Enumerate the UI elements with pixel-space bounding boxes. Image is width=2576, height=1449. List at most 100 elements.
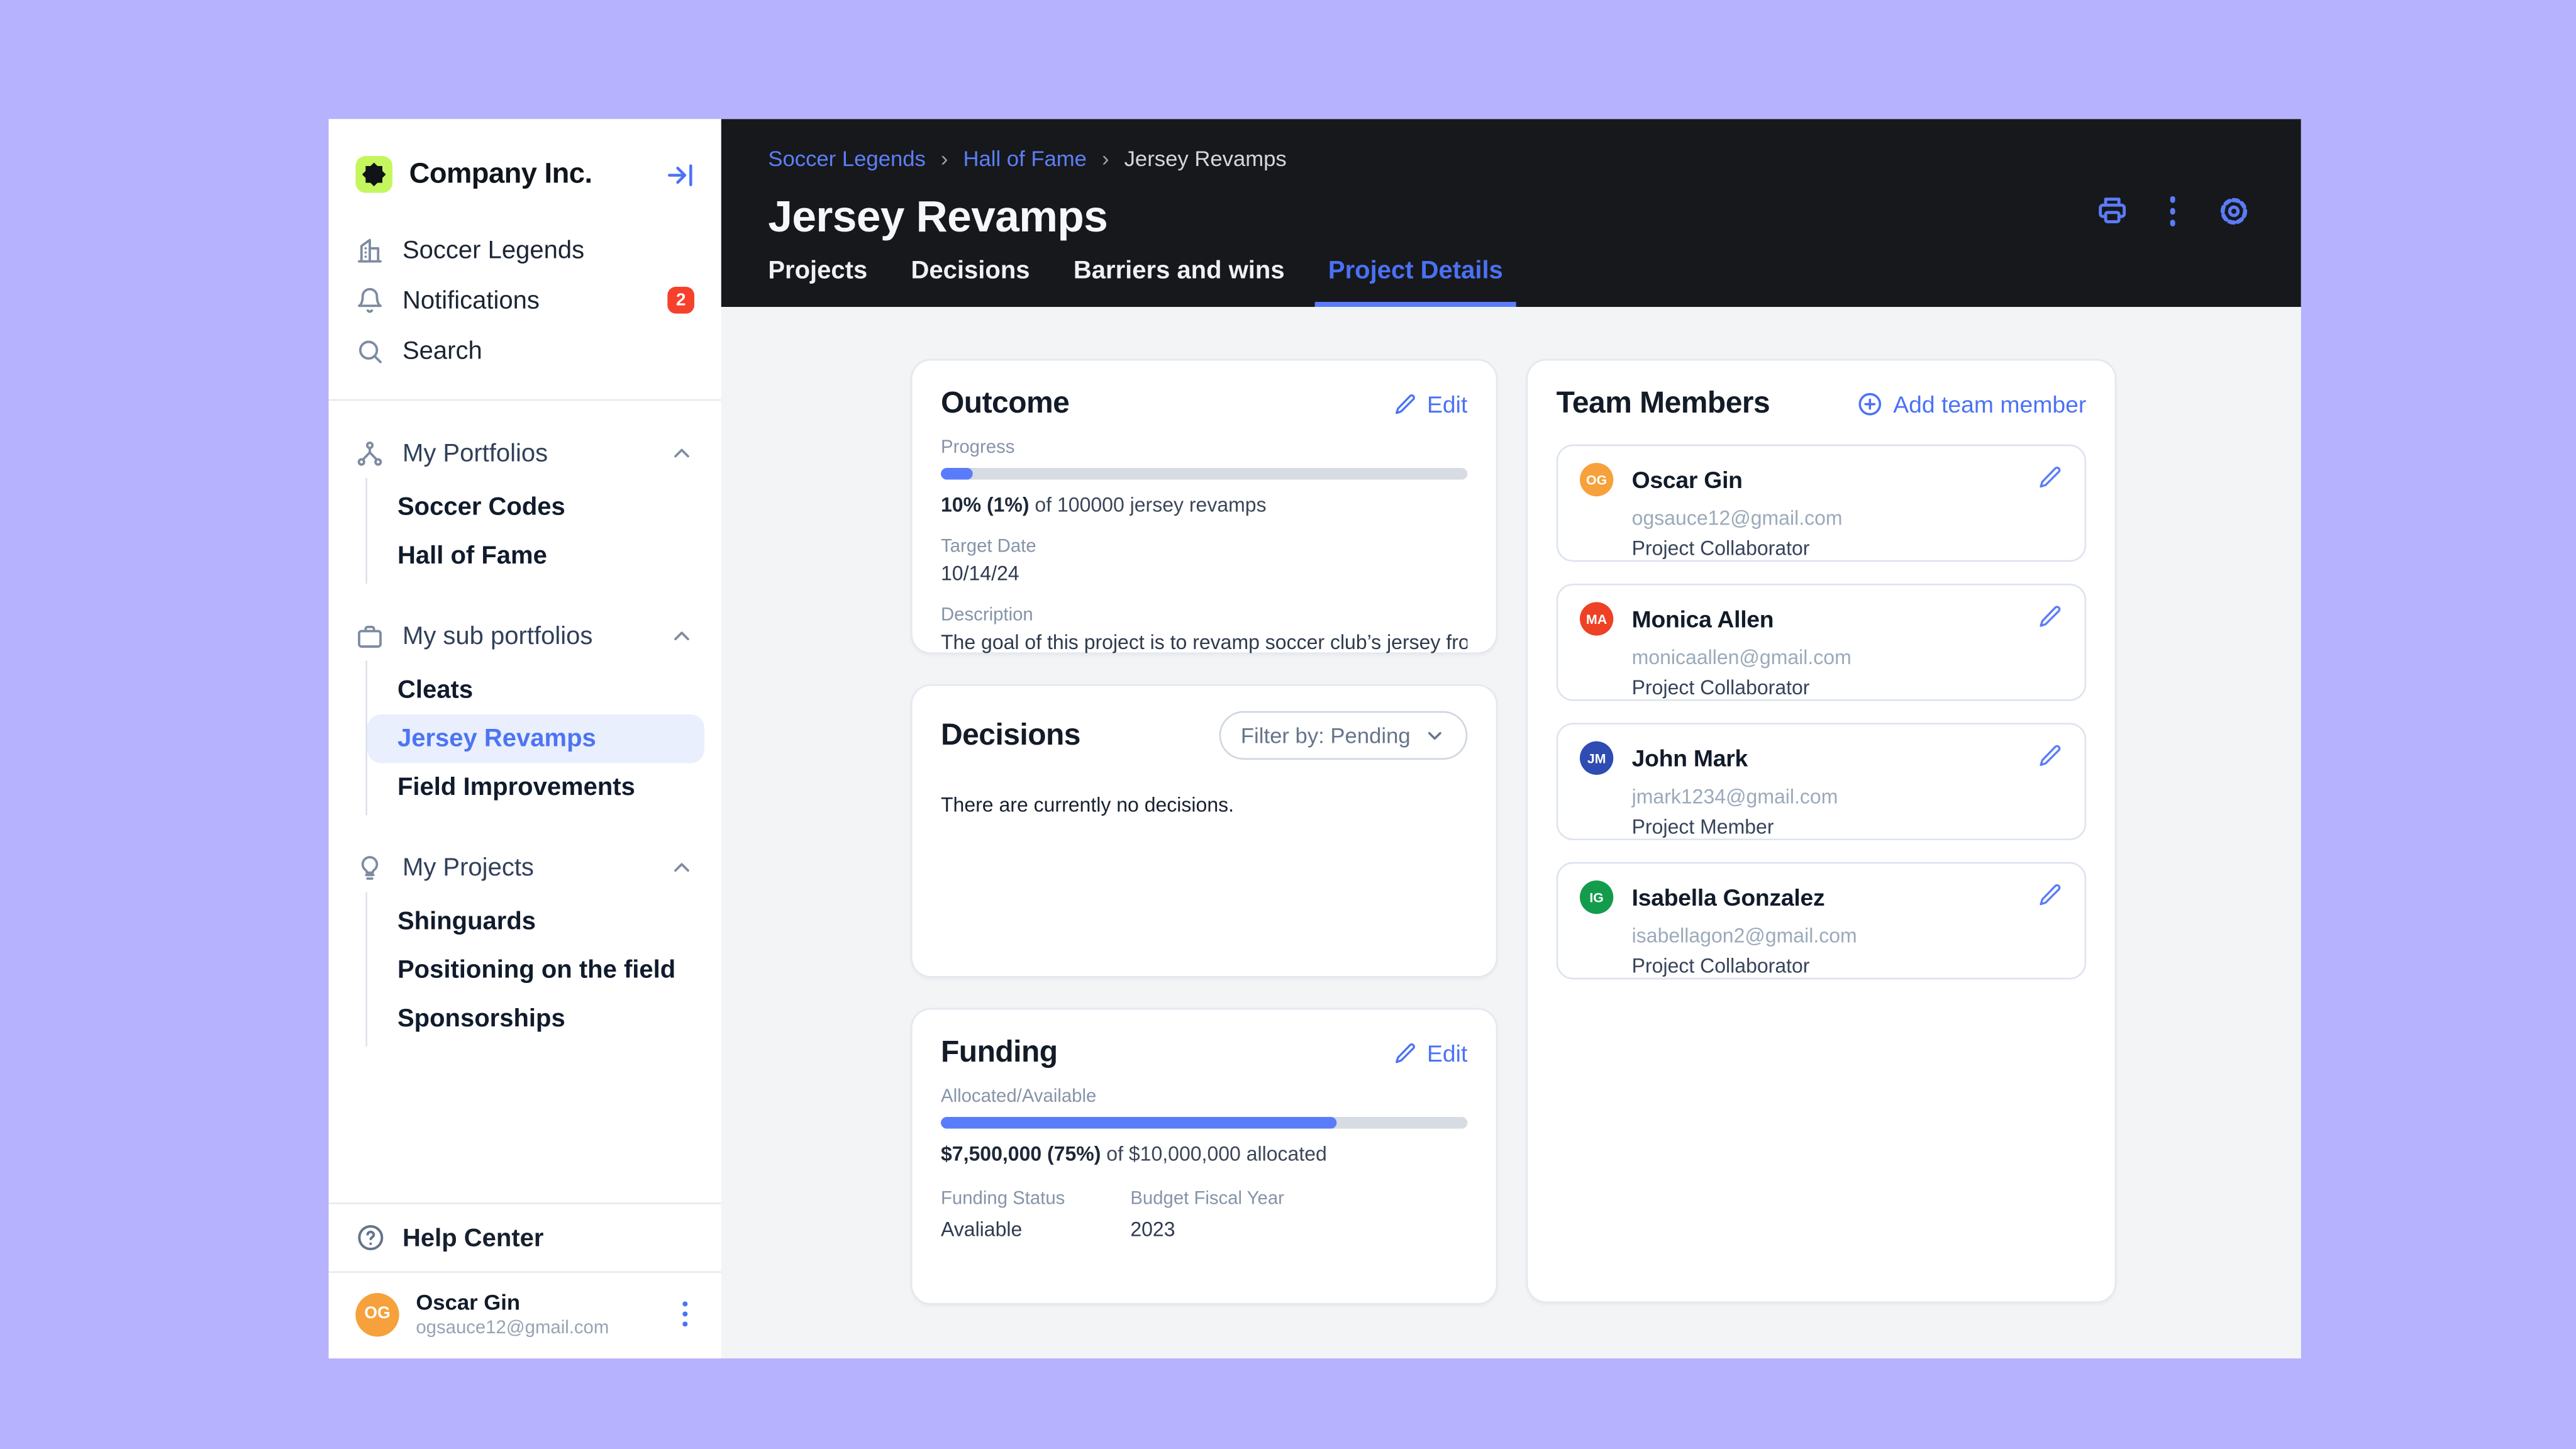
target-date-value: 10/14/24 xyxy=(941,562,1467,585)
left-column: Outcome Edit Progress 10% (1%) of 100000… xyxy=(911,359,1497,1305)
sidebar-spacer xyxy=(329,1046,721,1202)
team-member-row: JM John Mark jmark1234@gmail.com Project… xyxy=(1557,723,2087,840)
avatar: OG xyxy=(1580,463,1613,496)
member-email: jmark1234@gmail.com xyxy=(1632,785,2063,808)
team-members-title: Team Members xyxy=(1557,386,1770,421)
sidebar-collapse-icon[interactable] xyxy=(666,160,694,189)
section-label: My sub portfolios xyxy=(402,621,669,650)
page-title: Jersey Revamps xyxy=(768,191,2301,243)
print-icon[interactable] xyxy=(2096,195,2128,227)
outcome-card: Outcome Edit Progress 10% (1%) of 100000… xyxy=(911,359,1497,654)
company-name: Company Inc. xyxy=(409,158,666,191)
help-label: Help Center xyxy=(402,1223,544,1252)
section-header-my-projects[interactable]: My Projects xyxy=(329,842,721,892)
section-header-my-sub-portfolios[interactable]: My sub portfolios xyxy=(329,611,721,661)
member-name: John Mark xyxy=(1632,745,1748,772)
section-my-projects: My Projects Shinguards Positioning on th… xyxy=(329,842,721,1046)
sidebar-item-positioning[interactable]: Positioning on the field xyxy=(367,946,704,994)
tab-bar: Projects Decisions Barriers and wins Pro… xyxy=(768,257,1503,307)
avatar: MA xyxy=(1580,602,1613,635)
sidebar-item-search[interactable]: Search xyxy=(329,325,721,375)
user-meta: Oscar Gin ogsauce12@gmail.com xyxy=(416,1290,675,1338)
outcome-title: Outcome xyxy=(941,386,1069,421)
team-member-row: IG Isabella Gonzalez isabellagon2@gmail.… xyxy=(1557,862,2087,980)
allocated-label: Allocated/Available xyxy=(941,1087,1467,1107)
funding-progress-text: $7,500,000 (75%) of $10,000,000 allocate… xyxy=(941,1142,1467,1165)
tab-decisions[interactable]: Decisions xyxy=(911,257,1030,307)
sidebar-item-label: Soccer Legends xyxy=(402,236,584,264)
page: Company Inc. Soccer Legends Notification… xyxy=(0,0,2576,1449)
edit-member-pencil-icon[interactable] xyxy=(2038,882,2063,908)
fiscal-year-value: 2023 xyxy=(1130,1218,1467,1241)
settings-gear-icon[interactable] xyxy=(2217,194,2250,228)
edit-member-pencil-icon[interactable] xyxy=(2038,743,2063,768)
tab-projects[interactable]: Projects xyxy=(768,257,867,307)
section-items: Shinguards Positioning on the field Spon… xyxy=(365,892,721,1046)
member-role: Project Collaborator xyxy=(1632,676,2063,699)
outcome-progress-fill xyxy=(941,468,972,480)
breadcrumb-soccer-legends[interactable]: Soccer Legends xyxy=(768,146,926,171)
funding-details: Funding Status Budget Fiscal Year Avalia… xyxy=(941,1189,1467,1241)
header-actions xyxy=(2096,193,2251,229)
sidebar-nav: Soccer Legends Notifications 2 Search xyxy=(329,225,721,375)
member-email: isabellagon2@gmail.com xyxy=(1632,924,2063,947)
outcome-progress-text: 10% (1%) of 100000 jersey revamps xyxy=(941,493,1467,516)
section-header-my-portfolios[interactable]: My Portfolios xyxy=(329,428,721,478)
sidebar-item-soccer-legends[interactable]: Soccer Legends xyxy=(329,225,721,275)
funding-status-label: Funding Status xyxy=(941,1189,1130,1209)
sidebar-divider xyxy=(329,399,721,401)
app-window: Company Inc. Soccer Legends Notification… xyxy=(329,119,2301,1358)
avatar: IG xyxy=(1580,880,1613,914)
decisions-card: Decisions Filter by: Pending There are c… xyxy=(911,684,1497,978)
notification-badge: 2 xyxy=(667,287,694,314)
search-icon xyxy=(355,336,384,365)
user-menu-kebab-icon[interactable] xyxy=(676,1295,694,1333)
section-label: My Portfolios xyxy=(402,438,669,467)
edit-member-pencil-icon[interactable] xyxy=(2038,604,2063,629)
sidebar-item-jersey-revamps[interactable]: Jersey Revamps xyxy=(367,714,704,763)
main-content: Outcome Edit Progress 10% (1%) of 100000… xyxy=(721,307,2301,1358)
sidebar-item-cleats[interactable]: Cleats xyxy=(367,666,704,714)
sidebar-item-hall-of-fame[interactable]: Hall of Fame xyxy=(367,531,704,580)
building-icon xyxy=(355,236,384,264)
description-value: The goal of this project is to revamp so… xyxy=(941,631,1467,654)
chevron-up-icon xyxy=(669,855,694,880)
breadcrumb-hall-of-fame[interactable]: Hall of Fame xyxy=(963,146,1087,171)
section-items: Cleats Jersey Revamps Field Improvements xyxy=(365,661,721,815)
more-options-kebab-icon[interactable] xyxy=(2166,193,2179,229)
section-label: My Projects xyxy=(402,853,669,881)
section-my-portfolios: My Portfolios Soccer Codes Hall of Fame xyxy=(329,428,721,584)
member-name: Isabella Gonzalez xyxy=(1632,884,1825,911)
page-header: Soccer Legends › Hall of Fame › Jersey R… xyxy=(721,119,2301,307)
lightbulb-icon xyxy=(355,853,384,881)
company-logo-row: Company Inc. xyxy=(329,148,721,201)
team-member-row: OG Oscar Gin ogsauce12@gmail.com Project… xyxy=(1557,445,2087,562)
breadcrumb: Soccer Legends › Hall of Fame › Jersey R… xyxy=(768,146,2301,171)
outcome-edit-button[interactable]: Edit xyxy=(1394,390,1468,417)
tab-project-details[interactable]: Project Details xyxy=(1328,257,1503,307)
avatar: JM xyxy=(1580,741,1613,775)
tab-barriers-and-wins[interactable]: Barriers and wins xyxy=(1074,257,1285,307)
active-tab-indicator xyxy=(1315,302,1517,307)
sidebar-item-shinguards[interactable]: Shinguards xyxy=(367,897,704,946)
help-center[interactable]: Help Center xyxy=(329,1204,721,1272)
sidebar-item-soccer-codes[interactable]: Soccer Codes xyxy=(367,483,704,531)
add-team-member-button[interactable]: Add team member xyxy=(1857,390,2087,417)
user-name: Oscar Gin xyxy=(416,1290,675,1315)
hierarchy-icon xyxy=(355,438,384,467)
outcome-progress-bar xyxy=(941,468,1467,480)
member-role: Project Member xyxy=(1632,815,2063,838)
edit-member-pencil-icon[interactable] xyxy=(2038,465,2063,490)
user-profile[interactable]: OG Oscar Gin ogsauce12@gmail.com xyxy=(329,1273,721,1358)
chevron-up-icon xyxy=(669,440,694,465)
sidebar-item-field-improvements[interactable]: Field Improvements xyxy=(367,763,704,811)
pencil-icon xyxy=(1394,1041,1417,1064)
sidebar-item-sponsorships[interactable]: Sponsorships xyxy=(367,994,704,1043)
member-name: Monica Allen xyxy=(1632,606,1774,633)
chevron-down-icon xyxy=(1424,724,1446,747)
funding-edit-button[interactable]: Edit xyxy=(1394,1039,1468,1066)
decisions-empty-text: There are currently no decisions. xyxy=(941,793,1467,816)
decisions-filter-dropdown[interactable]: Filter by: Pending xyxy=(1219,711,1467,760)
sidebar-item-notifications[interactable]: Notifications 2 xyxy=(329,275,721,325)
member-email: ogsauce12@gmail.com xyxy=(1632,506,2063,530)
